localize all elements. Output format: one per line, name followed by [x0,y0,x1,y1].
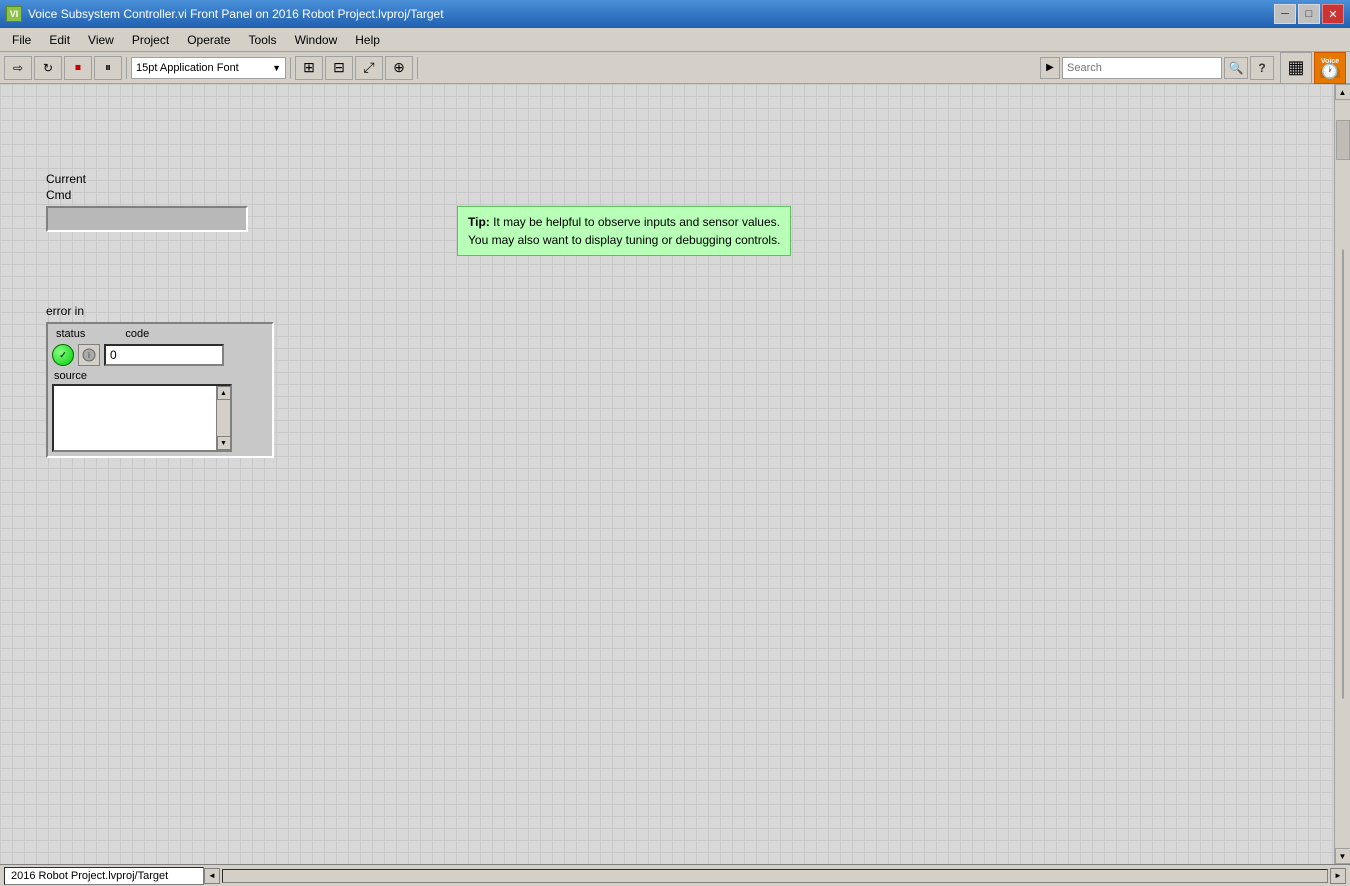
menu-help[interactable]: Help [347,31,388,49]
menu-project[interactable]: Project [124,31,177,49]
distribute-objects-button[interactable]: ⊟ [325,56,353,80]
window-title: Voice Subsystem Controller.vi Front Pane… [28,7,444,21]
font-selector-arrow: ▼ [272,63,281,73]
status-project-label: 2016 Robot Project.lvproj/Target [4,867,204,885]
separator-3 [417,57,418,79]
search-input[interactable] [1062,57,1222,79]
source-scroll-down-button[interactable]: ▼ [217,436,231,450]
search-nav-button[interactable]: ▶ [1040,57,1060,79]
tip-line1: It may be helpful to observe inputs and … [493,215,780,229]
tip-box: Tip: It may be helpful to observe inputs… [457,206,791,256]
close-button[interactable]: ✕ [1322,4,1344,24]
maximize-button[interactable]: □ [1298,4,1320,24]
svg-text:i: i [88,351,90,360]
status-scroll-left-button[interactable]: ◄ [204,868,220,884]
error-cluster-row: i 0 [52,344,268,366]
code-value: 0 [110,348,117,362]
canvas-area[interactable]: CurrentCmd Tip: It may be helpful to obs… [0,84,1334,864]
pause-button[interactable]: ⏸ [94,56,122,80]
run-button[interactable]: ⇨ [4,56,32,80]
font-selector-value: 15pt Application Font [136,62,239,74]
title-bar-controls: ─ □ ✕ [1274,4,1344,24]
font-selector[interactable]: 15pt Application Font ▼ [131,57,286,79]
source-box[interactable]: ▲ ▼ [52,384,232,452]
source-scrollbar: ▲ ▼ [216,386,230,450]
error-cluster-header: status code [52,328,268,340]
menu-tools[interactable]: Tools [241,31,285,49]
error-cluster-box: status code i 0 source [46,322,274,458]
scroll-line [1342,250,1344,699]
app-icon: VI [6,6,22,22]
minimize-button[interactable]: ─ [1274,4,1296,24]
current-cmd-label: CurrentCmd [46,172,86,203]
code-display[interactable]: 0 [104,344,224,366]
search-area: ▶ 🔍 ? [1040,56,1274,80]
status-led[interactable] [52,344,74,366]
app-icon-text: VI [10,9,19,19]
grid-view-icon[interactable]: ▦ [1280,52,1312,84]
resize-button[interactable]: ⤢ [355,56,383,80]
abort-button[interactable]: ⏹ [64,56,92,80]
status-bar: 2016 Robot Project.lvproj/Target ◄ ► [0,864,1350,886]
tip-line2: You may also want to display tuning or d… [468,233,780,247]
current-cmd-input[interactable] [46,206,248,232]
voice-icon[interactable]: Voice 🕐 [1314,52,1346,84]
menu-bar: File Edit View Project Operate Tools Win… [0,28,1350,52]
source-scroll-up-button[interactable]: ▲ [217,386,231,400]
separator-2 [290,57,291,79]
menu-operate[interactable]: Operate [179,31,238,49]
status-scroll-track[interactable] [222,869,1328,883]
snap-button[interactable]: ⊕ [385,56,413,80]
search-icon-button[interactable]: 🔍 [1224,57,1248,79]
menu-edit[interactable]: Edit [41,31,78,49]
main-area: CurrentCmd Tip: It may be helpful to obs… [0,84,1350,864]
separator-1 [126,57,127,79]
source-label: source [52,370,268,382]
title-bar-left: VI Voice Subsystem Controller.vi Front P… [6,6,444,22]
tip-prefix: Tip: [468,215,490,229]
status-scroll-right-button[interactable]: ► [1330,868,1346,884]
status-column-label: status [56,328,85,340]
menu-file[interactable]: File [4,31,39,49]
scroll-down-button[interactable]: ▼ [1335,848,1350,864]
error-in-label: error in [46,304,274,318]
toolbar: ⇨ ↻ ⏹ ⏸ 15pt Application Font ▼ ⊞ ⊟ ⤢ ⊕ … [0,52,1350,84]
error-cluster: error in status code i 0 [46,304,274,458]
scroll-track [1335,100,1350,848]
code-column-label: code [125,328,149,340]
right-scrollbar: ▲ ▼ [1334,84,1350,864]
help-button[interactable]: ? [1250,56,1274,80]
scroll-up-button[interactable]: ▲ [1335,84,1350,100]
title-bar: VI Voice Subsystem Controller.vi Front P… [0,0,1350,28]
code-icon: i [78,344,100,366]
menu-view[interactable]: View [80,31,122,49]
align-objects-button[interactable]: ⊞ [295,56,323,80]
current-cmd-text: CurrentCmd [46,172,86,202]
right-panel-icons: ▦ Voice 🕐 [1280,52,1346,84]
run-continuous-button[interactable]: ↻ [34,56,62,80]
scroll-thumb[interactable] [1336,120,1350,160]
menu-window[interactable]: Window [287,31,346,49]
